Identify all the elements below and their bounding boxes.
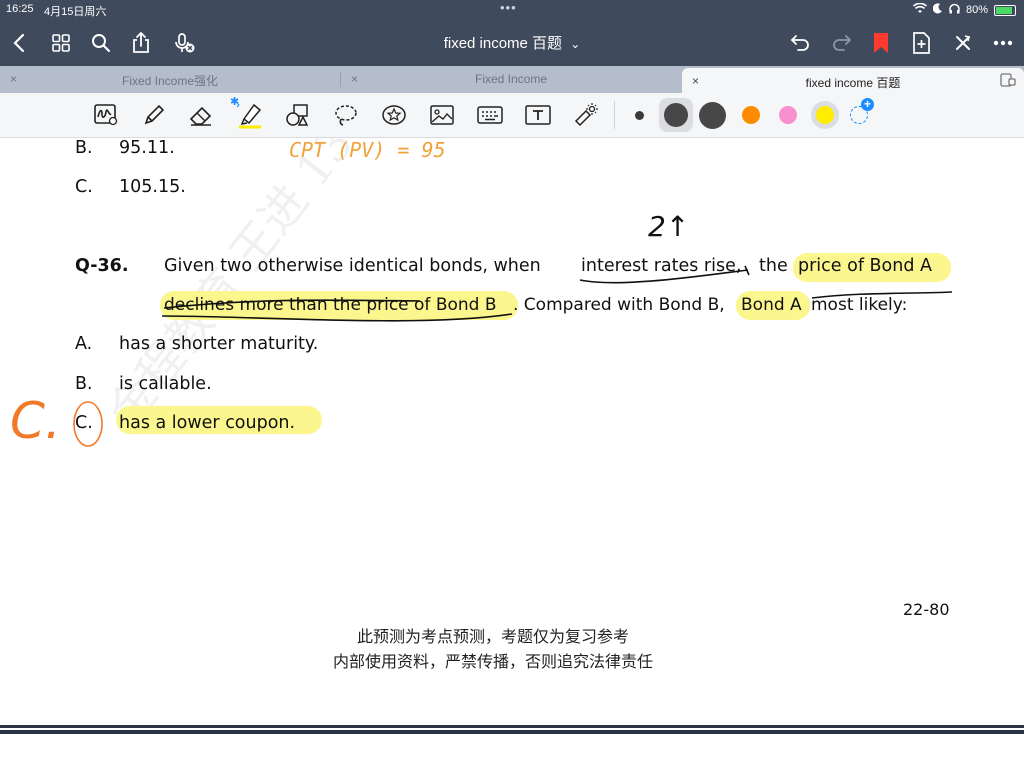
tab-fixed-income-advanced[interactable]: × Fixed Income强化 [0,66,340,93]
footer-disclaimer-line2: 内部使用资料，严禁传播，否则追究法律责任 [332,652,653,671]
document-title-text[interactable]: fixed income 百题 [444,35,562,52]
pen-size-medium-selected[interactable] [659,98,693,132]
moon-icon [932,3,943,17]
tab-fixed-income[interactable]: × Fixed Income [341,66,681,93]
battery-icon [994,4,1016,16]
sticker-tool-icon[interactable] [380,101,408,129]
back-icon[interactable] [6,30,32,56]
undo-icon[interactable] [788,30,814,56]
color-swatch-yellow-selected[interactable] [811,101,839,129]
yellow-dot [816,106,834,124]
highlighter-tool-icon[interactable]: ✱ [230,96,264,129]
pen-tool-icon[interactable] [140,101,168,129]
tab-label: fixed income 百题 [805,76,901,90]
status-time: 16:25 [6,3,34,15]
pdf-page[interactable]: 金程教育 王进 1362 B. 95.11. C. 105.15. CPT (P… [0,138,1024,728]
microphone-off-icon[interactable] [172,30,198,56]
multitask-dots[interactable]: ••• [500,0,517,15]
color-swatch-orange[interactable] [742,106,760,124]
tab-fixed-income-100-questions[interactable]: × fixed income 百题 [682,68,1024,93]
plus-icon: + [861,98,874,111]
footer-disclaimer-line1: 此预测为考点预测，考题仅为复习参考 [356,627,629,646]
search-icon[interactable] [88,30,114,56]
keyboard-tool-icon[interactable] [476,101,504,129]
pen-size-small[interactable] [635,111,644,120]
tab-label: Fixed Income [474,72,548,86]
status-bar: 16:25 4月15日周六 ••• 80% [0,0,1024,20]
battery-percent: 80% [965,4,988,16]
bluetooth-icon: ✱ [230,96,240,108]
headphones-icon [949,3,960,17]
page-bottom-border [0,725,1024,734]
more-options-icon[interactable] [990,30,1016,56]
annotation-toolbar: ✱ + [0,93,1024,138]
color-swatch-dark-gray [664,103,688,127]
redo-icon[interactable] [828,30,854,56]
status-date: 4月15日周六 [44,6,107,18]
chevron-down-icon[interactable]: ⌄ [570,37,580,51]
pen-size-large[interactable] [699,102,726,129]
laser-pointer-tool-icon[interactable] [572,101,600,129]
lasso-tool-icon[interactable] [332,101,360,129]
split-view-icon[interactable] [1000,73,1016,90]
color-swatch-pink[interactable] [779,106,797,124]
navigation-bar: fixed income 百题 ⌄ [0,20,1024,66]
bookmark-icon[interactable] [868,30,894,56]
page-number: 22-80 [903,600,950,619]
status-indicators: 80% [912,2,1016,17]
eraser-tool-icon[interactable] [187,101,215,129]
close-toolbar-icon[interactable] [950,30,976,56]
shapes-tool-icon[interactable] [284,101,312,129]
text-box-tool-icon[interactable] [524,101,552,129]
tab-label: Fixed Income强化 [121,74,219,88]
document-tab-bar: × Fixed Income强化 × Fixed Income × fixed … [0,66,1024,93]
add-page-icon[interactable] [908,30,934,56]
share-icon[interactable] [128,30,154,56]
toolbar-divider [614,101,615,129]
handwriting-recognition-icon[interactable] [92,101,120,129]
wifi-icon [912,2,928,17]
image-tool-icon[interactable] [428,101,456,129]
add-color-button[interactable]: + [850,98,874,124]
thumbnails-grid-icon[interactable] [48,30,74,56]
